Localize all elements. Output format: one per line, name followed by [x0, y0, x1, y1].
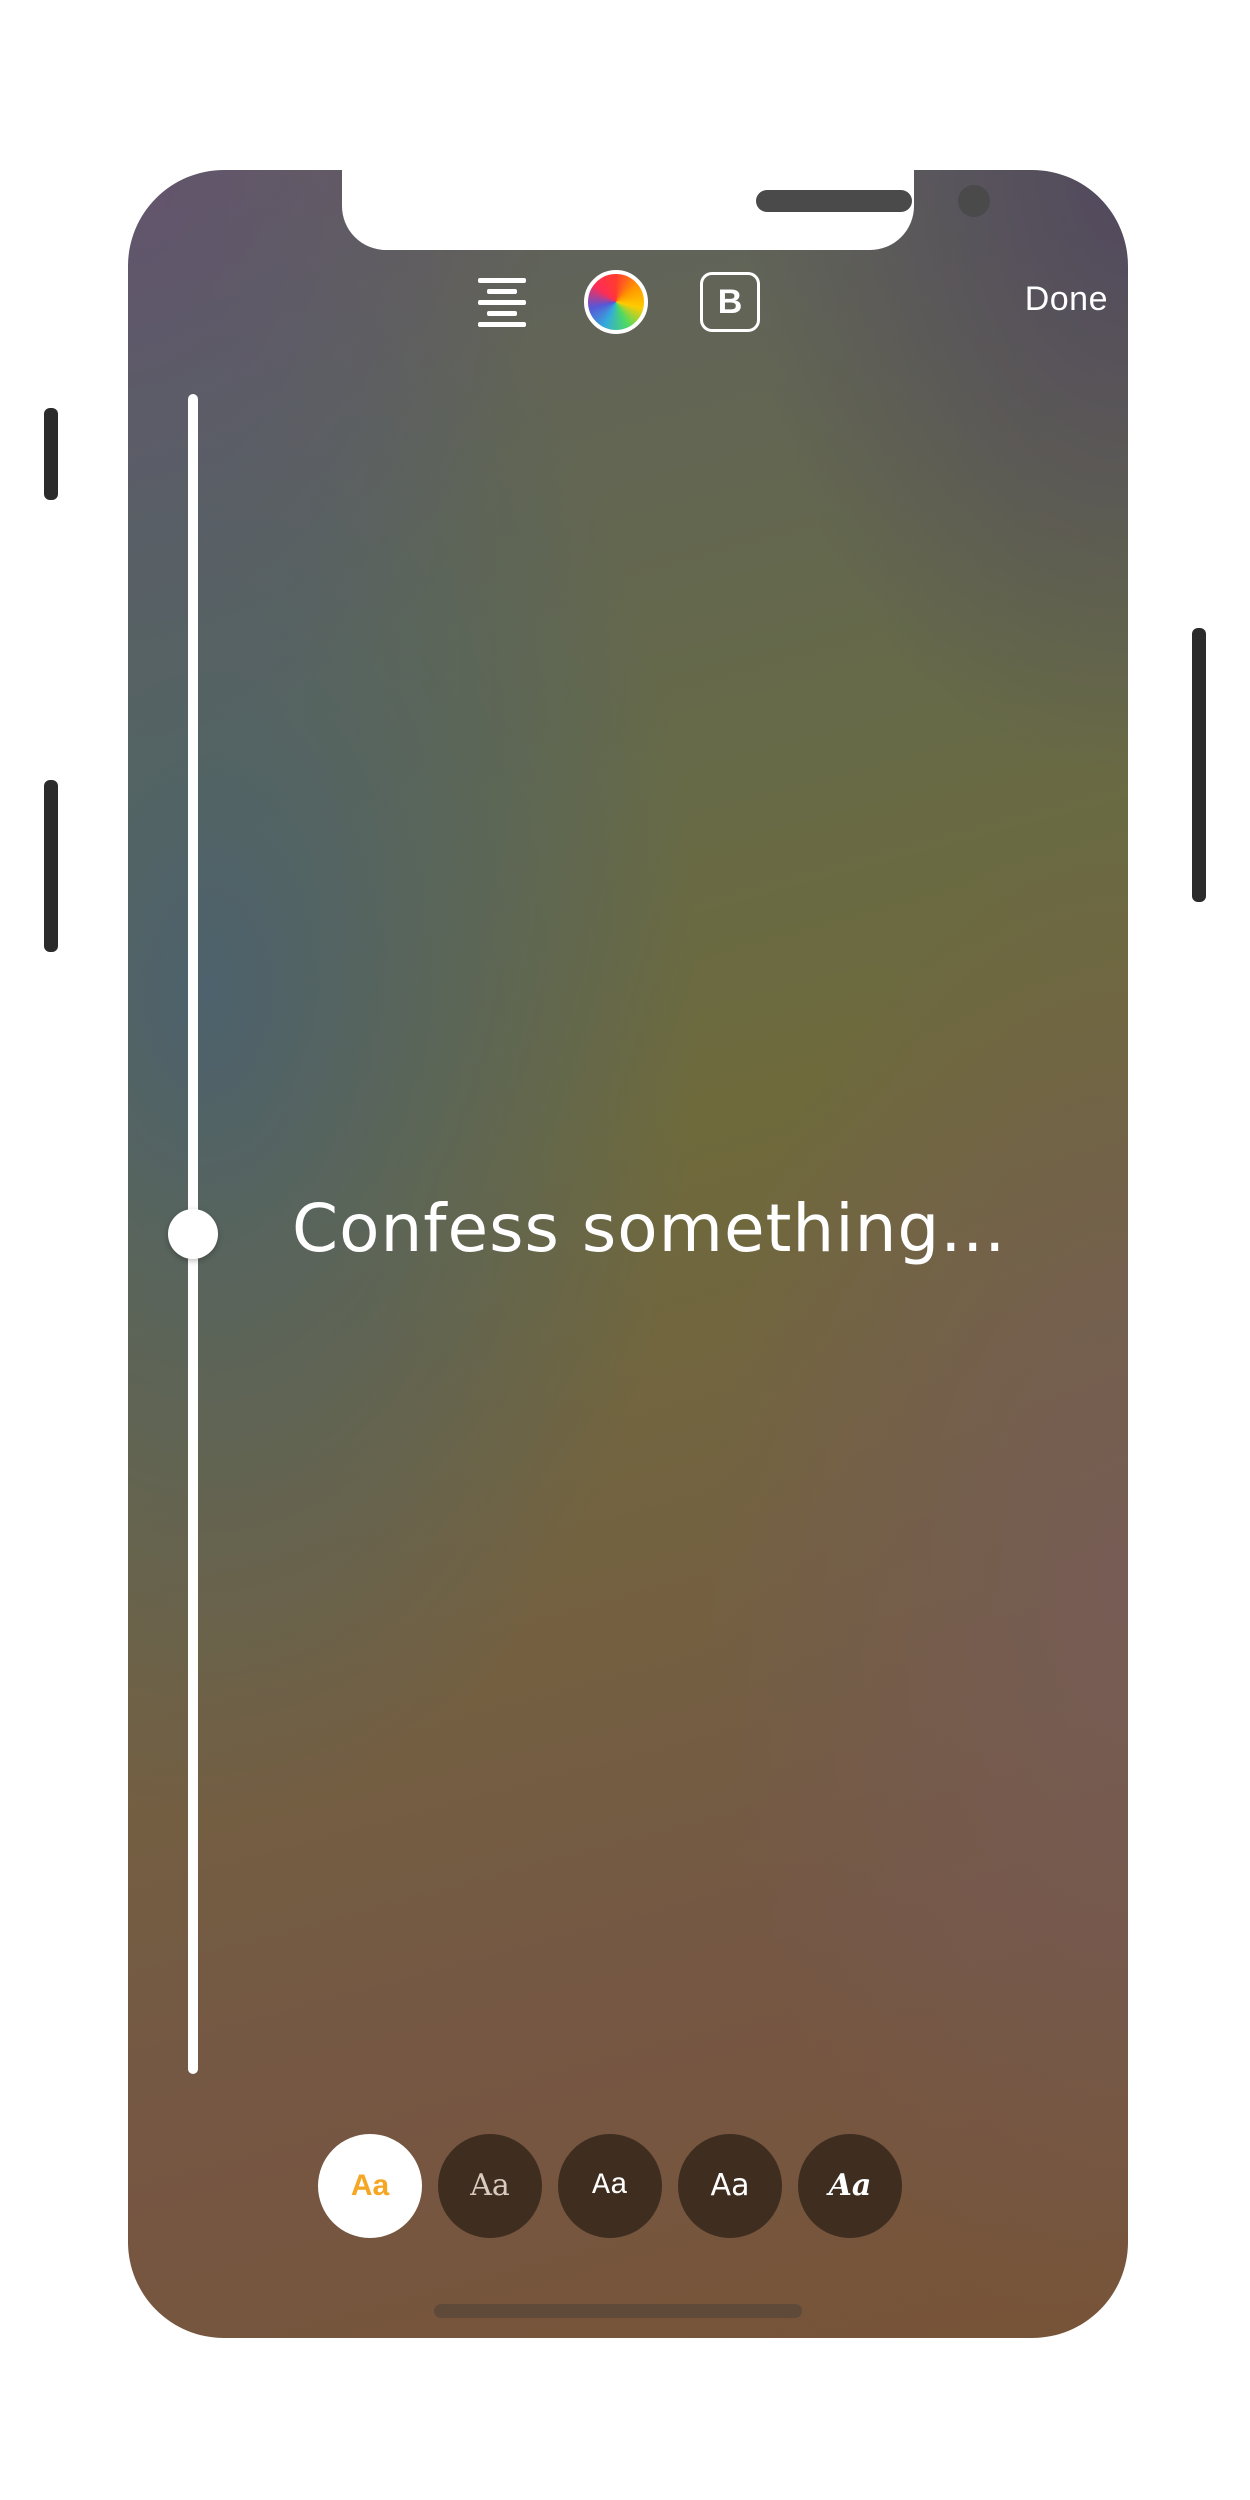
power-button	[1192, 628, 1206, 902]
story-text-input[interactable]: Confess something...	[292, 1190, 1112, 1267]
volume-button	[44, 780, 58, 952]
speaker-grille	[756, 190, 912, 212]
done-button[interactable]: Done	[1025, 280, 1108, 319]
home-indicator[interactable]	[434, 2304, 802, 2318]
font-option-typewriter[interactable]: Aa	[558, 2134, 662, 2238]
font-option-classic[interactable]: Aa	[318, 2134, 422, 2238]
notch	[342, 170, 990, 250]
front-camera	[958, 185, 990, 217]
story-text-editor: B Done Confess something... Aa Aa Aa Aa …	[128, 170, 1128, 2338]
bold-icon[interactable]: B	[700, 272, 760, 332]
silent-switch	[44, 408, 58, 500]
color-wheel-icon[interactable]	[584, 270, 648, 334]
font-option-strong[interactable]: Aa	[798, 2134, 902, 2238]
text-size-slider-thumb[interactable]	[168, 1209, 218, 1259]
font-option-modern[interactable]: Aa	[678, 2134, 782, 2238]
phone-mockup: B Done Confess something... Aa Aa Aa Aa …	[0, 0, 1250, 2500]
font-option-serif[interactable]: Aa	[438, 2134, 542, 2238]
align-center-icon[interactable]	[478, 278, 526, 328]
